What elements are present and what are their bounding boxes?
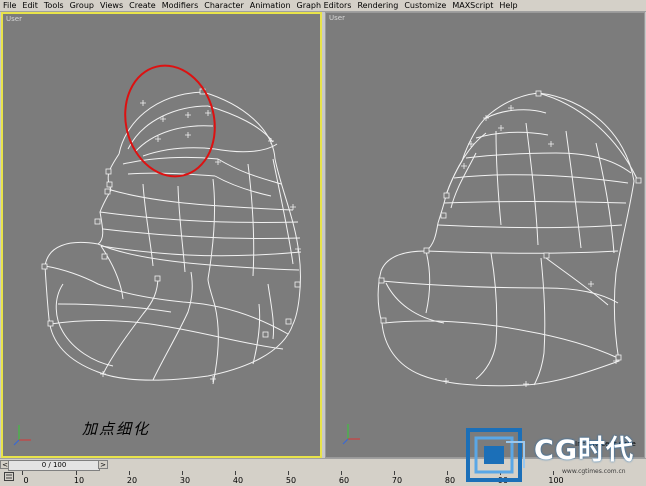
- tick-label: 70: [391, 476, 403, 485]
- menu-item-maxscript[interactable]: MAXScript: [449, 0, 496, 11]
- tick-label: 60: [338, 476, 350, 485]
- tick-label: 30: [179, 476, 191, 485]
- time-next-button[interactable]: >: [98, 460, 108, 469]
- menu-item-edit[interactable]: Edit: [19, 0, 41, 11]
- menu-item-animation[interactable]: Animation: [247, 0, 294, 11]
- menu-item-graph-editors[interactable]: Graph Editors: [294, 0, 355, 11]
- menu-item-modifiers[interactable]: Modifiers: [159, 0, 202, 11]
- tick-label: 20: [126, 476, 138, 485]
- menu-bar: File Edit Tools Group Views Create Modif…: [0, 0, 646, 12]
- tick-label: 0: [23, 476, 29, 485]
- viewport-user-left[interactable]: User: [1, 12, 322, 458]
- menu-item-tools[interactable]: Tools: [41, 0, 67, 11]
- cg-logo: CG时代: [466, 428, 646, 485]
- menu-item-create[interactable]: Create: [126, 0, 159, 11]
- time-slider[interactable]: 0 / 100: [8, 460, 100, 471]
- wireframe-model-left: [13, 64, 302, 446]
- annotation-caption: 加点细化: [82, 420, 151, 438]
- tick-label: 50: [285, 476, 297, 485]
- tick-label: 80: [444, 476, 456, 485]
- viewport-user-right[interactable]: User: [325, 12, 645, 458]
- menu-item-file[interactable]: File: [0, 0, 19, 11]
- cg-logo-icon: [466, 428, 525, 482]
- menu-item-rendering[interactable]: Rendering: [354, 0, 401, 11]
- tick-label: 40: [232, 476, 244, 485]
- menu-item-views[interactable]: Views: [97, 0, 126, 11]
- axis-tripod-icon: [342, 424, 360, 445]
- highlight-ellipse: [124, 64, 216, 178]
- menu-item-customize[interactable]: Customize: [401, 0, 449, 11]
- tick-label: 10: [73, 476, 85, 485]
- wireframe-model-right: [342, 90, 642, 445]
- menu-item-help[interactable]: Help: [496, 0, 520, 11]
- menu-item-character[interactable]: Character: [201, 0, 247, 11]
- axis-tripod-icon: [13, 425, 31, 446]
- logo-text: CG时代: [534, 435, 634, 466]
- watermark-url: www.cgtimes.com.cn: [562, 468, 626, 475]
- timeline-ruler-icon[interactable]: [4, 472, 14, 481]
- menu-item-group[interactable]: Group: [67, 0, 97, 11]
